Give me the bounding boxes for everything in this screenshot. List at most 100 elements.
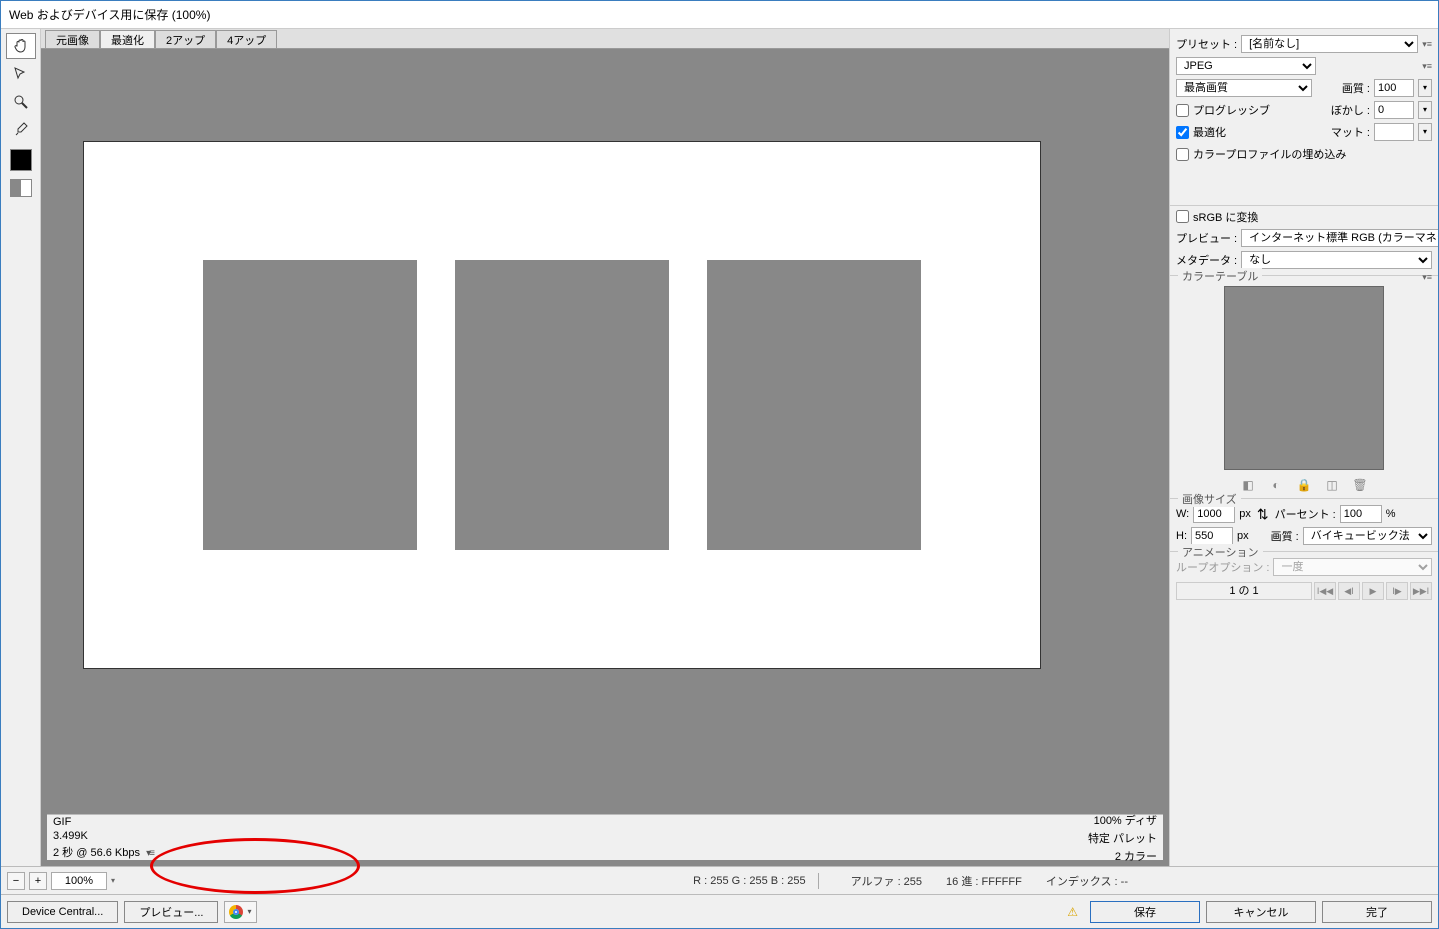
h-px: px — [1237, 530, 1249, 542]
slice-select-tool[interactable] — [6, 61, 36, 87]
progressive-checkbox[interactable] — [1176, 104, 1189, 117]
ct-lock-icon[interactable]: 🔒 — [1297, 478, 1311, 492]
save-button[interactable]: 保存 — [1090, 901, 1200, 923]
image-rect-2 — [455, 260, 669, 550]
button-bar: Device Central... プレビュー... ▾ ⚠ 保存 キャンセル … — [1, 894, 1438, 928]
done-button[interactable]: 完了 — [1322, 901, 1432, 923]
preview-button[interactable]: プレビュー... — [124, 901, 218, 923]
metadata-label: メタデータ : — [1176, 252, 1237, 268]
tab-original[interactable]: 元画像 — [45, 30, 100, 48]
window-title: Web およびデバイス用に保存 (100%) — [9, 6, 210, 23]
h-label: H: — [1176, 530, 1187, 542]
anim-prev-button[interactable]: ◀I — [1338, 582, 1360, 600]
w-px: px — [1239, 508, 1251, 520]
settings-panel: プリセット : [名前なし] ▾≡ JPEG ▾≡ 最高画質 画質 : ▾ プロ… — [1170, 29, 1438, 866]
colortable-section: カラーテーブル ▾≡ ◧ ◐ 🔒 ◫ 🗑 — [1170, 275, 1438, 494]
artboard — [83, 141, 1041, 669]
anim-page: 1 の 1 — [1176, 582, 1312, 600]
preset-select[interactable]: [名前なし] — [1241, 35, 1418, 53]
metadata-select[interactable]: なし — [1241, 251, 1432, 269]
status-bar: − + 100% ▾ R : 255 G : 255 B : 255 アルファ … — [1, 866, 1438, 894]
loop-select: 一度 — [1273, 558, 1432, 576]
height-input[interactable] — [1191, 527, 1233, 545]
anim-controls: 1 の 1 I◀◀ ◀I ▶ I▶ ▶▶I — [1170, 578, 1438, 604]
canvas-viewport[interactable] — [47, 55, 1163, 814]
hand-tool[interactable] — [6, 33, 36, 59]
srgb-label: sRGB に変換 — [1193, 209, 1258, 225]
srgb-checkbox[interactable] — [1176, 210, 1189, 223]
anim-first-button[interactable]: I◀◀ — [1314, 582, 1336, 600]
tool-palette — [1, 29, 41, 866]
status-alpha: アルファ : 255 — [851, 873, 922, 889]
percent-input[interactable] — [1340, 505, 1382, 523]
blur-dropdown-icon[interactable]: ▾ — [1418, 101, 1432, 119]
ct-trash-icon[interactable]: 🗑 — [1353, 478, 1367, 492]
loop-label: ループオプション : — [1176, 559, 1269, 575]
zoom-out-button[interactable]: − — [7, 872, 25, 890]
anim-last-button[interactable]: ▶▶I — [1410, 582, 1432, 600]
zoom-tool[interactable] — [6, 89, 36, 115]
view-tabs: 元画像 最適化 2アップ 4アップ — [41, 29, 1169, 49]
quality-preset-select[interactable]: 最高画質 — [1176, 79, 1312, 97]
tab-optimized[interactable]: 最適化 — [100, 30, 155, 48]
preset-label: プリセット : — [1176, 36, 1237, 52]
link-icon[interactable]: ⇅ — [1255, 506, 1271, 523]
center-area: 元画像 最適化 2アップ 4アップ GIF 3.499K 2 秒 @ 56.6 … — [41, 29, 1170, 866]
matte-label: マット : — [1331, 124, 1370, 140]
colortable-legend: カラーテーブル — [1178, 268, 1262, 284]
image-rect-3 — [707, 260, 921, 550]
percent-suffix: % — [1386, 508, 1396, 520]
ct-map-icon[interactable]: ◧ — [1241, 478, 1255, 492]
quality-label: 画質 : — [1342, 80, 1370, 96]
zoom-in-button[interactable]: + — [29, 872, 47, 890]
info-size: 3.499K — [53, 830, 153, 842]
tab-2up[interactable]: 2アップ — [155, 30, 216, 48]
blur-label: ぼかし : — [1331, 102, 1370, 118]
status-rgb: R : 255 G : 255 B : 255 — [693, 875, 806, 887]
animation-section: アニメーション ループオプション : 一度 1 の 1 I◀◀ ◀I ▶ I▶ … — [1170, 551, 1438, 604]
chrome-icon — [229, 905, 243, 919]
format-menu-icon[interactable]: ▾≡ — [1422, 61, 1432, 72]
toggle-slice-visibility[interactable] — [10, 179, 32, 197]
status-hex: 16 進 : FFFFFF — [946, 873, 1022, 889]
zoom-value[interactable]: 100% — [51, 872, 107, 890]
image-rect-1 — [203, 260, 417, 550]
colortable-preview[interactable] — [1224, 286, 1384, 470]
eyedropper-color-swatch[interactable] — [10, 149, 32, 171]
resample-select[interactable]: バイキュービック法 — [1303, 527, 1432, 545]
browser-preview-dropdown[interactable]: ▾ — [224, 901, 256, 923]
warning-icon[interactable]: ⚠ — [1067, 905, 1078, 919]
device-central-button[interactable]: Device Central... — [7, 901, 118, 923]
format-select[interactable]: JPEG — [1176, 57, 1316, 75]
animation-legend: アニメーション — [1178, 544, 1263, 560]
resample-label: 画質 : — [1271, 528, 1299, 544]
tab-4up[interactable]: 4アップ — [216, 30, 277, 48]
quality-dropdown-icon[interactable]: ▾ — [1418, 79, 1432, 97]
cancel-button[interactable]: キャンセル — [1206, 901, 1316, 923]
preview-select[interactable]: インターネット標準 RGB (カラーマネジメ... — [1241, 229, 1438, 247]
blur-input[interactable] — [1374, 101, 1414, 119]
colortable-menu-icon[interactable]: ▾≡ — [1422, 272, 1432, 283]
preset-menu-icon[interactable]: ▾≡ — [1422, 39, 1432, 50]
info-menu-icon[interactable]: ▾≡ — [146, 848, 153, 859]
chevron-down-icon: ▾ — [247, 907, 251, 916]
anim-play-button[interactable]: ▶ — [1362, 582, 1384, 600]
optimized-label: 最適化 — [1193, 124, 1226, 140]
matte-dropdown-icon[interactable]: ▾ — [1418, 123, 1432, 141]
imagesize-section: 画像サイズ W: px ⇅ パーセント : % H: px 画質 : バイキュー… — [1170, 498, 1438, 547]
canvas-info-bar: GIF 3.499K 2 秒 @ 56.6 Kbps ▾≡ 100% ディザ 特… — [47, 814, 1163, 860]
percent-label: パーセント : — [1275, 506, 1336, 522]
width-input[interactable] — [1193, 505, 1235, 523]
ct-new-icon[interactable]: ◫ — [1325, 478, 1339, 492]
optimized-checkbox[interactable] — [1176, 126, 1189, 139]
info-colors: 2 カラー — [1088, 848, 1157, 864]
titlebar: Web およびデバイス用に保存 (100%) — [1, 1, 1438, 29]
anim-next-button[interactable]: I▶ — [1386, 582, 1408, 600]
embed-profile-checkbox[interactable] — [1176, 148, 1189, 161]
ct-shift-icon[interactable]: ◐ — [1269, 478, 1283, 492]
quality-input[interactable] — [1374, 79, 1414, 97]
zoom-dropdown-icon[interactable]: ▾ — [111, 876, 115, 885]
eyedropper-tool[interactable] — [6, 117, 36, 143]
matte-swatch[interactable] — [1374, 123, 1414, 141]
embed-profile-label: カラープロファイルの埋め込み — [1193, 146, 1346, 162]
